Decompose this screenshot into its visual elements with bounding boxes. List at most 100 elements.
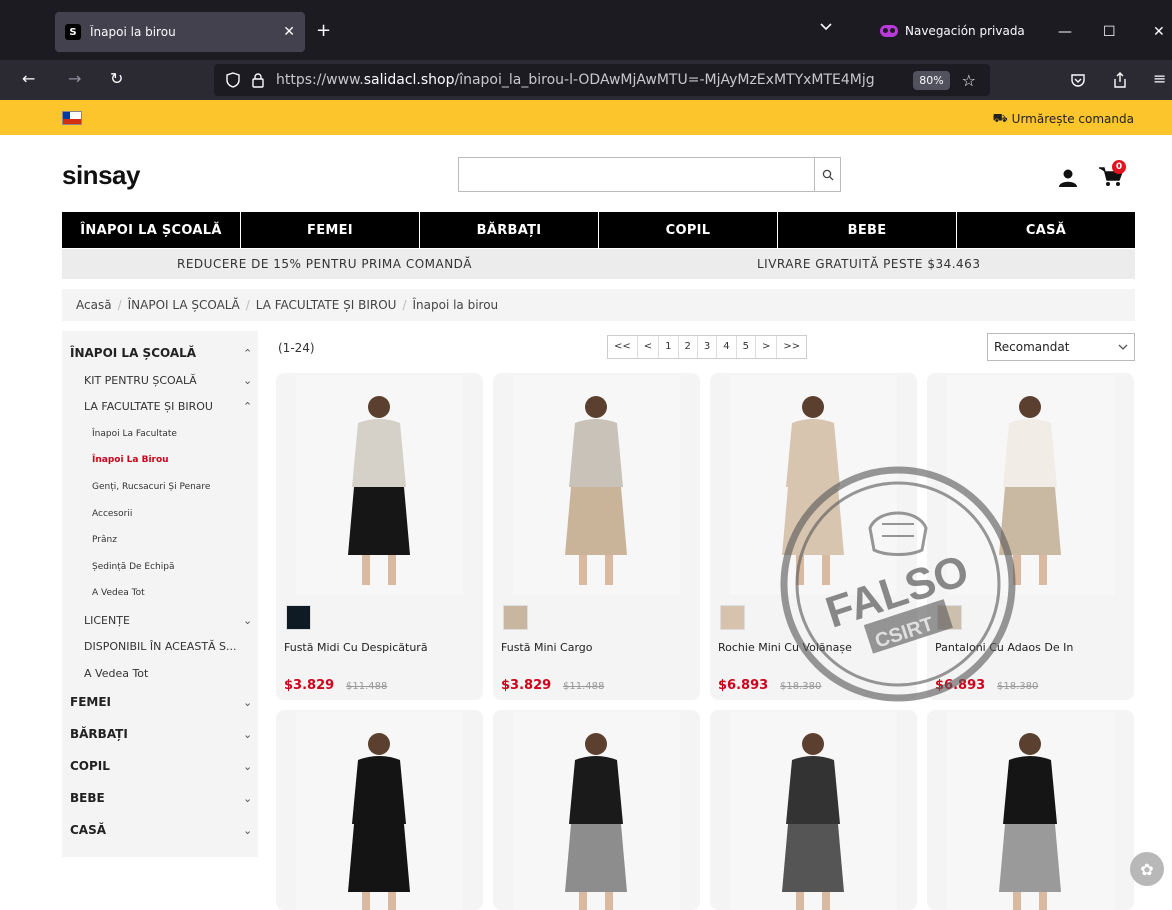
- sidebar-item[interactable]: Prânz: [92, 535, 117, 545]
- product-image[interactable]: [513, 375, 680, 595]
- chevron-down-icon[interactable]: ⌄: [243, 792, 252, 805]
- product-image[interactable]: [947, 712, 1114, 910]
- sidebar-item[interactable]: Înapoi La Facultate: [92, 429, 177, 439]
- color-swatch[interactable]: [937, 605, 962, 630]
- back-arrow-icon[interactable]: ←: [22, 70, 35, 88]
- forward-arrow-icon[interactable]: →: [68, 70, 81, 88]
- chevron-down-icon[interactable]: ⌄: [243, 614, 252, 627]
- product-card[interactable]: Rochie Mini Cu Volănașe $6.893 $18.380: [710, 373, 917, 700]
- sidebar-item[interactable]: BEBE: [70, 791, 105, 805]
- sidebar-item[interactable]: DISPONIBIL ÎN ACEASTĂ S...: [84, 640, 237, 653]
- product-name[interactable]: Fustă Midi Cu Despicătură: [284, 641, 428, 654]
- zoom-level-badge[interactable]: 80%: [913, 70, 950, 90]
- chevron-down-icon[interactable]: ⌄: [243, 696, 252, 709]
- product-card[interactable]: Fustă Mini Cargo $3.829 $11.488: [493, 373, 700, 700]
- hamburger-menu-icon[interactable]: ≡: [1153, 70, 1166, 88]
- sidebar-item[interactable]: LA FACULTATE ȘI BIROU: [84, 400, 213, 413]
- category-kids[interactable]: COPIL: [599, 212, 778, 248]
- product-image[interactable]: [296, 712, 463, 910]
- breadcrumb-home[interactable]: Acasă: [76, 298, 112, 312]
- sidebar-item[interactable]: A Vedea Tot: [92, 588, 145, 598]
- sidebar-item[interactable]: Accesorii: [92, 509, 132, 519]
- tab-list-chevron-icon[interactable]: [819, 22, 833, 32]
- page-link[interactable]: >: [756, 336, 778, 358]
- chevron-down-icon[interactable]: ⌄: [243, 824, 252, 837]
- sidebar-item[interactable]: Înapoi La Birou: [92, 455, 169, 465]
- breadcrumb-back-to-school[interactable]: ÎNAPOI LA ȘCOALĂ: [128, 298, 240, 312]
- category-men[interactable]: BĂRBAȚI: [420, 212, 599, 248]
- page-link[interactable]: <<: [608, 336, 638, 358]
- category-women[interactable]: FEMEI: [241, 212, 420, 248]
- sidebar-item[interactable]: FEMEI: [70, 695, 111, 709]
- page-link[interactable]: >>: [777, 336, 806, 358]
- product-card[interactable]: [927, 710, 1134, 910]
- user-account-icon[interactable]: [1058, 168, 1078, 188]
- color-swatch[interactable]: [503, 605, 528, 630]
- page-link[interactable]: <: [638, 336, 660, 358]
- product-image[interactable]: [296, 375, 463, 595]
- bookmark-star-icon[interactable]: ☆: [962, 71, 976, 90]
- product-card[interactable]: [710, 710, 917, 910]
- sidebar-item[interactable]: COPIL: [70, 759, 110, 773]
- product-image[interactable]: [730, 712, 897, 910]
- color-swatch[interactable]: [286, 605, 311, 630]
- product-price: $6.893: [718, 678, 769, 693]
- product-name[interactable]: Fustă Mini Cargo: [501, 641, 593, 654]
- chevron-down-icon[interactable]: ⌄: [243, 728, 252, 741]
- page-link[interactable]: 1: [659, 336, 679, 358]
- track-order-label: Urmărește comanda: [1011, 112, 1134, 126]
- chevron-down-icon[interactable]: ⌄: [243, 374, 252, 387]
- chevron-up-icon[interactable]: ⌃: [243, 347, 252, 360]
- promo-free-shipping: LIVRARE GRATUITĂ PESTE $34.463: [757, 257, 981, 271]
- search-button[interactable]: [814, 158, 840, 191]
- product-card[interactable]: Fustă Midi Cu Despicătură $3.829 $11.488: [276, 373, 483, 700]
- sidebar-item[interactable]: Ședință De Echipă: [92, 562, 174, 572]
- product-image[interactable]: [730, 375, 897, 595]
- address-bar[interactable]: https://www.salidacl.shop/înapoi_la_biro…: [214, 64, 990, 96]
- search-input[interactable]: [459, 158, 815, 191]
- sort-select[interactable]: Recomandat: [987, 333, 1135, 361]
- chevron-down-icon[interactable]: ⌄: [243, 760, 252, 773]
- sidebar-item[interactable]: ÎNAPOI LA ȘCOALĂ: [70, 346, 196, 360]
- chevron-up-icon[interactable]: ⌃: [243, 400, 252, 413]
- category-baby[interactable]: BEBE: [778, 212, 957, 248]
- share-icon[interactable]: [1112, 71, 1128, 89]
- page-link[interactable]: 4: [717, 336, 737, 358]
- browser-tab[interactable]: S Înapoi la birou ✕: [55, 12, 305, 52]
- product-card[interactable]: Pantaloni Cu Adaos De In $6.893 $18.380: [927, 373, 1134, 700]
- sidebar-item[interactable]: CASĂ: [70, 823, 106, 837]
- product-card[interactable]: [493, 710, 700, 910]
- product-card[interactable]: [276, 710, 483, 910]
- close-tab-icon[interactable]: ✕: [283, 24, 295, 40]
- product-name[interactable]: Rochie Mini Cu Volănașe: [718, 641, 852, 654]
- page-link[interactable]: 2: [679, 336, 698, 358]
- lock-icon[interactable]: [252, 72, 264, 88]
- page-link[interactable]: 3: [698, 336, 718, 358]
- sidebar-item[interactable]: BĂRBAȚI: [70, 727, 128, 741]
- sidebar-item[interactable]: LICENȚE: [84, 614, 130, 627]
- page-link[interactable]: 5: [737, 336, 757, 358]
- search-icon: [822, 169, 833, 180]
- product-image[interactable]: [513, 712, 680, 910]
- track-order-link[interactable]: ⛟ Urmărește comanda: [993, 111, 1134, 127]
- category-back-to-school[interactable]: ÎNAPOI LA ȘCOALĂ: [62, 212, 241, 248]
- breadcrumb-college-office[interactable]: LA FACULTATE ȘI BIROU: [256, 298, 397, 312]
- sidebar-item[interactable]: KIT PENTRU ȘCOALĂ: [84, 374, 197, 387]
- pocket-icon[interactable]: [1070, 72, 1086, 88]
- maximize-window-icon[interactable]: ☐: [1103, 24, 1116, 40]
- product-name[interactable]: Pantaloni Cu Adaos De In: [935, 641, 1073, 654]
- tracking-shield-icon[interactable]: [226, 72, 240, 88]
- sidebar-item[interactable]: Genți, Rucsacuri Și Penare: [92, 482, 210, 492]
- minimize-window-icon[interactable]: —: [1058, 24, 1072, 40]
- reload-icon[interactable]: ↻: [110, 70, 123, 88]
- chile-flag-icon[interactable]: [62, 111, 82, 125]
- help-widget-icon[interactable]: ✿: [1130, 852, 1164, 886]
- category-home[interactable]: CASĂ: [957, 212, 1135, 248]
- product-price: $3.829: [284, 678, 335, 693]
- site-logo[interactable]: sinsay: [62, 160, 140, 191]
- new-tab-icon[interactable]: +: [316, 22, 331, 40]
- color-swatch[interactable]: [720, 605, 745, 630]
- close-window-icon[interactable]: ✕: [1153, 24, 1165, 40]
- sidebar-item[interactable]: A Vedea Tot: [84, 667, 148, 680]
- product-image[interactable]: [947, 375, 1114, 595]
